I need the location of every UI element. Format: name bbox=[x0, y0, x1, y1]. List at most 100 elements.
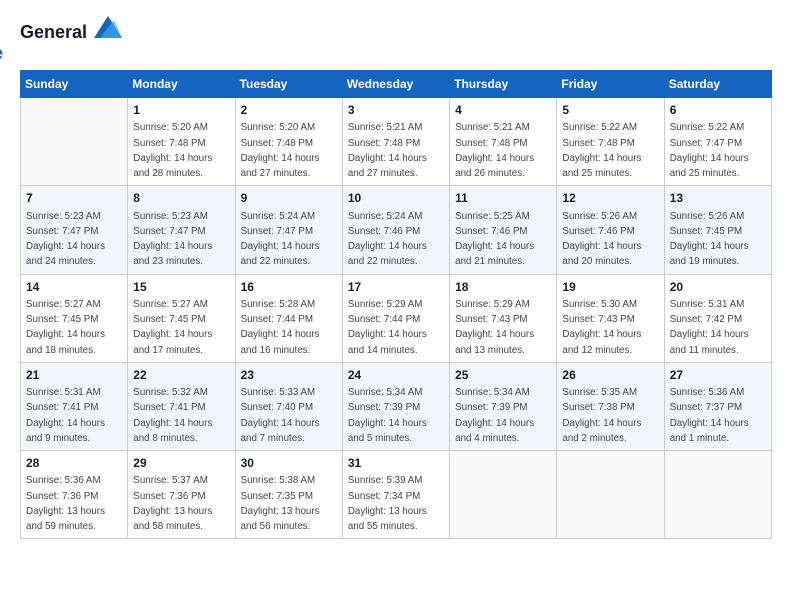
day-detail: Sunrise: 5:20 AM Sunset: 7:48 PM Dayligh… bbox=[241, 122, 320, 179]
calendar-cell: 23 Sunrise: 5:33 AM Sunset: 7:40 PM Dayli… bbox=[235, 362, 342, 450]
day-number: 18 bbox=[455, 279, 551, 296]
calendar-week-row: 28Sunrise: 5:36 AM Sunset: 7:36 PM Dayli… bbox=[21, 451, 772, 539]
page-header: General Blue bbox=[20, 16, 772, 62]
day-detail: Sunrise: 5:39 AM Sunset: 7:34 PM Dayligh… bbox=[348, 475, 427, 532]
day-detail: Sunrise: 5:21 AM Sunset: 7:48 PM Dayligh… bbox=[348, 122, 427, 179]
logo-text-general: General bbox=[20, 22, 87, 42]
calendar-cell: 13 Sunrise: 5:26 AM Sunset: 7:45 PM Dayli… bbox=[664, 186, 771, 274]
day-detail: Sunrise: 5:30 AM Sunset: 7:43 PM Dayligh… bbox=[562, 299, 641, 356]
day-detail: Sunrise: 5:21 AM Sunset: 7:48 PM Dayligh… bbox=[455, 122, 534, 179]
logo-text-blue: Blue bbox=[0, 44, 122, 62]
calendar-cell: 20 Sunrise: 5:31 AM Sunset: 7:42 PM Dayli… bbox=[664, 274, 771, 362]
day-number: 21 bbox=[26, 367, 122, 384]
calendar-cell: 6 Sunrise: 5:22 AM Sunset: 7:47 PM Daylig… bbox=[664, 98, 771, 186]
day-detail: Sunrise: 5:38 AM Sunset: 7:35 PM Dayligh… bbox=[241, 475, 320, 532]
calendar-cell: 10Sunrise: 5:24 AM Sunset: 7:46 PM Dayli… bbox=[342, 186, 449, 274]
logo-icon bbox=[94, 16, 122, 38]
day-number: 23 bbox=[241, 367, 337, 384]
day-number: 4 bbox=[455, 102, 551, 119]
calendar-cell: 8 Sunrise: 5:23 AM Sunset: 7:47 PM Daylig… bbox=[128, 186, 235, 274]
header-sunday: Sunday bbox=[21, 71, 128, 98]
day-number: 1 bbox=[133, 102, 229, 119]
logo: General Blue bbox=[20, 16, 122, 62]
day-detail: Sunrise: 5:29 AM Sunset: 7:44 PM Dayligh… bbox=[348, 299, 427, 356]
day-number: 15 bbox=[133, 279, 229, 296]
day-detail: Sunrise: 5:34 AM Sunset: 7:39 PM Dayligh… bbox=[348, 387, 427, 444]
day-number: 22 bbox=[133, 367, 229, 384]
header-wednesday: Wednesday bbox=[342, 71, 449, 98]
calendar-cell: 4 Sunrise: 5:21 AM Sunset: 7:48 PM Daylig… bbox=[450, 98, 557, 186]
calendar-cell: 19 Sunrise: 5:30 AM Sunset: 7:43 PM Dayli… bbox=[557, 274, 664, 362]
day-detail: Sunrise: 5:34 AM Sunset: 7:39 PM Dayligh… bbox=[455, 387, 534, 444]
day-detail: Sunrise: 5:23 AM Sunset: 7:47 PM Dayligh… bbox=[133, 211, 212, 268]
day-detail: Sunrise: 5:24 AM Sunset: 7:47 PM Dayligh… bbox=[241, 211, 320, 268]
day-number: 17 bbox=[348, 279, 444, 296]
day-detail: Sunrise: 5:22 AM Sunset: 7:47 PM Dayligh… bbox=[670, 122, 749, 179]
day-number: 14 bbox=[26, 279, 122, 296]
day-detail: Sunrise: 5:27 AM Sunset: 7:45 PM Dayligh… bbox=[133, 299, 212, 356]
calendar-week-row: 14 Sunrise: 5:27 AM Sunset: 7:45 PM Dayli… bbox=[21, 274, 772, 362]
day-number: 13 bbox=[670, 190, 766, 207]
calendar-cell: 21 Sunrise: 5:31 AM Sunset: 7:41 PM Dayli… bbox=[21, 362, 128, 450]
calendar-cell: 18Sunrise: 5:29 AM Sunset: 7:43 PM Dayli… bbox=[450, 274, 557, 362]
day-number: 5 bbox=[562, 102, 658, 119]
day-detail: Sunrise: 5:31 AM Sunset: 7:42 PM Dayligh… bbox=[670, 299, 749, 356]
day-detail: Sunrise: 5:26 AM Sunset: 7:45 PM Dayligh… bbox=[670, 211, 749, 268]
day-number: 16 bbox=[241, 279, 337, 296]
calendar-cell: 16 Sunrise: 5:28 AM Sunset: 7:44 PM Dayli… bbox=[235, 274, 342, 362]
day-detail: Sunrise: 5:23 AM Sunset: 7:47 PM Dayligh… bbox=[26, 211, 105, 268]
calendar-cell: 26 Sunrise: 5:35 AM Sunset: 7:38 PM Dayli… bbox=[557, 362, 664, 450]
header-monday: Monday bbox=[128, 71, 235, 98]
day-number: 6 bbox=[670, 102, 766, 119]
calendar-cell: 15 Sunrise: 5:27 AM Sunset: 7:45 PM Dayli… bbox=[128, 274, 235, 362]
day-number: 8 bbox=[133, 190, 229, 207]
header-thursday: Thursday bbox=[450, 71, 557, 98]
day-detail: Sunrise: 5:28 AM Sunset: 7:44 PM Dayligh… bbox=[241, 299, 320, 356]
calendar-cell: 9 Sunrise: 5:24 AM Sunset: 7:47 PM Daylig… bbox=[235, 186, 342, 274]
calendar-cell bbox=[21, 98, 128, 186]
day-number: 20 bbox=[670, 279, 766, 296]
day-number: 31 bbox=[348, 455, 444, 472]
calendar-cell bbox=[664, 451, 771, 539]
day-detail: Sunrise: 5:32 AM Sunset: 7:41 PM Dayligh… bbox=[133, 387, 212, 444]
day-detail: Sunrise: 5:20 AM Sunset: 7:48 PM Dayligh… bbox=[133, 122, 212, 179]
day-number: 10 bbox=[348, 190, 444, 207]
day-detail: Sunrise: 5:33 AM Sunset: 7:40 PM Dayligh… bbox=[241, 387, 320, 444]
day-number: 29 bbox=[133, 455, 229, 472]
day-number: 26 bbox=[562, 367, 658, 384]
day-number: 3 bbox=[348, 102, 444, 119]
day-number: 2 bbox=[241, 102, 337, 119]
day-detail: Sunrise: 5:35 AM Sunset: 7:38 PM Dayligh… bbox=[562, 387, 641, 444]
calendar-cell bbox=[557, 451, 664, 539]
calendar-week-row: 7 Sunrise: 5:23 AM Sunset: 7:47 PM Daylig… bbox=[21, 186, 772, 274]
header-tuesday: Tuesday bbox=[235, 71, 342, 98]
day-number: 9 bbox=[241, 190, 337, 207]
day-number: 24 bbox=[348, 367, 444, 384]
calendar-cell: 11 Sunrise: 5:25 AM Sunset: 7:46 PM Dayli… bbox=[450, 186, 557, 274]
calendar-cell: 5Sunrise: 5:22 AM Sunset: 7:48 PM Daylig… bbox=[557, 98, 664, 186]
calendar-cell: 3 Sunrise: 5:21 AM Sunset: 7:48 PM Daylig… bbox=[342, 98, 449, 186]
calendar-cell: 29 Sunrise: 5:37 AM Sunset: 7:36 PM Dayli… bbox=[128, 451, 235, 539]
day-detail: Sunrise: 5:26 AM Sunset: 7:46 PM Dayligh… bbox=[562, 211, 641, 268]
calendar-cell: 2 Sunrise: 5:20 AM Sunset: 7:48 PM Daylig… bbox=[235, 98, 342, 186]
calendar-header-row: SundayMondayTuesdayWednesdayThursdayFrid… bbox=[21, 71, 772, 98]
calendar-cell: 25Sunrise: 5:34 AM Sunset: 7:39 PM Dayli… bbox=[450, 362, 557, 450]
day-number: 11 bbox=[455, 190, 551, 207]
header-saturday: Saturday bbox=[664, 71, 771, 98]
calendar-cell: 31 Sunrise: 5:39 AM Sunset: 7:34 PM Dayli… bbox=[342, 451, 449, 539]
day-number: 19 bbox=[562, 279, 658, 296]
calendar-cell: 17 Sunrise: 5:29 AM Sunset: 7:44 PM Dayli… bbox=[342, 274, 449, 362]
day-number: 30 bbox=[241, 455, 337, 472]
calendar-cell: 28Sunrise: 5:36 AM Sunset: 7:36 PM Dayli… bbox=[21, 451, 128, 539]
day-detail: Sunrise: 5:31 AM Sunset: 7:41 PM Dayligh… bbox=[26, 387, 105, 444]
day-detail: Sunrise: 5:37 AM Sunset: 7:36 PM Dayligh… bbox=[133, 475, 212, 532]
day-number: 28 bbox=[26, 455, 122, 472]
day-number: 27 bbox=[670, 367, 766, 384]
day-detail: Sunrise: 5:25 AM Sunset: 7:46 PM Dayligh… bbox=[455, 211, 534, 268]
calendar-cell: 14 Sunrise: 5:27 AM Sunset: 7:45 PM Dayli… bbox=[21, 274, 128, 362]
day-number: 7 bbox=[26, 190, 122, 207]
calendar-table: SundayMondayTuesdayWednesdayThursdayFrid… bbox=[20, 70, 772, 539]
calendar-cell: 22 Sunrise: 5:32 AM Sunset: 7:41 PM Dayli… bbox=[128, 362, 235, 450]
day-detail: Sunrise: 5:27 AM Sunset: 7:45 PM Dayligh… bbox=[26, 299, 105, 356]
day-number: 12 bbox=[562, 190, 658, 207]
